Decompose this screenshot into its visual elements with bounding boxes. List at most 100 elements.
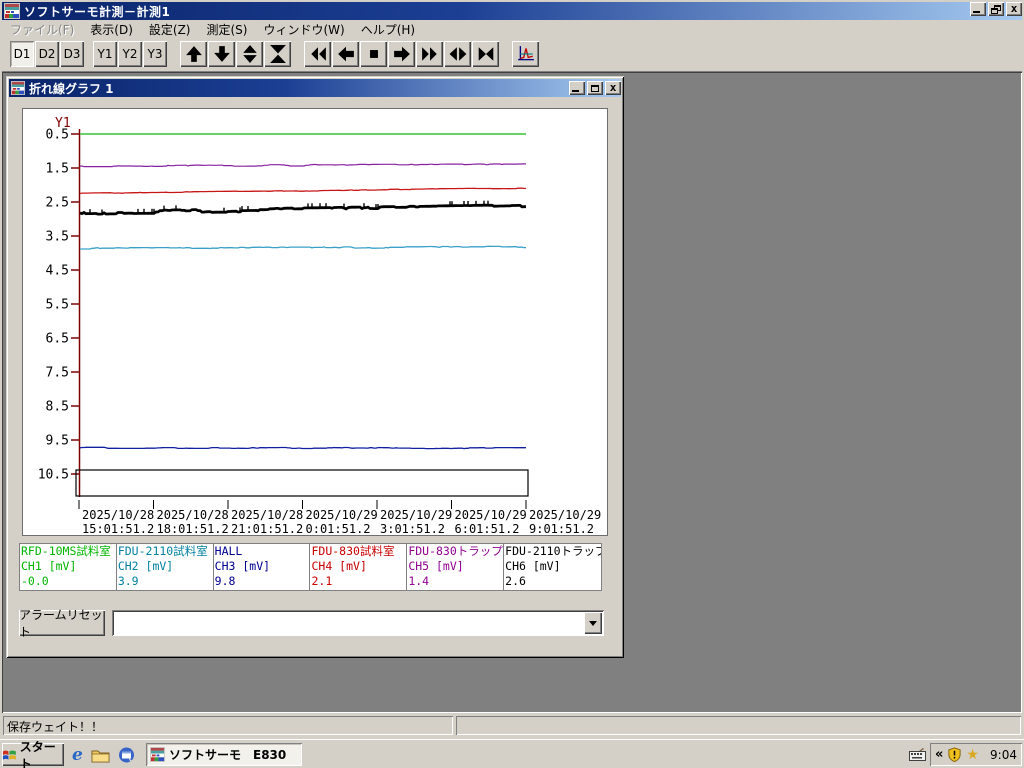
svg-text:2025/10/29: 2025/10/29 xyxy=(380,508,452,522)
quick-launch-bar: e xyxy=(72,744,135,766)
stop-button[interactable] xyxy=(360,41,387,67)
toolbar-d3-button[interactable]: D3 xyxy=(60,41,84,67)
svg-text:4.5: 4.5 xyxy=(46,264,69,279)
alarm-combobox[interactable] xyxy=(112,610,604,636)
close-button[interactable]: x xyxy=(1006,2,1022,16)
svg-text:2025/10/29: 2025/10/29 xyxy=(306,508,378,522)
fast-rewind-button[interactable] xyxy=(304,41,331,67)
combobox-dropdown-button[interactable] xyxy=(584,612,602,634)
legend-device: HALL xyxy=(214,544,243,558)
security-shield-icon[interactable] xyxy=(947,747,962,762)
legend-device: FDU-2110試料室 xyxy=(117,544,208,558)
app-icon xyxy=(4,3,20,19)
menu-help[interactable]: ヘルプ(H) xyxy=(353,19,423,40)
folder-icon[interactable] xyxy=(91,748,110,763)
task-app-icon xyxy=(150,747,165,762)
svg-text:21:01:51.2: 21:01:51.2 xyxy=(231,522,303,535)
expand-vertical-icon xyxy=(242,45,257,63)
legend-value: 2.1 xyxy=(311,574,333,588)
graph-maximize-button[interactable] xyxy=(587,81,603,95)
scroll-down-button[interactable] xyxy=(208,41,235,67)
internet-explorer-icon[interactable]: e xyxy=(72,746,83,764)
channel-legend: RFD-10MS試料室 CH1 [mV] -0.0 FDU-2110試料室 CH… xyxy=(19,543,602,591)
toolbar-d2-button[interactable]: D2 xyxy=(35,41,59,67)
legend-value: 2.6 xyxy=(505,574,526,588)
toolbar: D1 D2 D3 Y1 Y2 Y3 xyxy=(2,39,1022,72)
legend-cell-ch3: HALL CH3 [mV] 9.8 xyxy=(214,544,311,590)
stop-icon xyxy=(369,50,378,58)
alarm-reset-button[interactable]: アラームリセット xyxy=(19,608,105,639)
line-graph-icon xyxy=(517,46,534,61)
legend-channel: CH3 [mV] xyxy=(214,559,271,573)
step-left-button[interactable] xyxy=(332,41,359,67)
ime-keyboard-icon[interactable] xyxy=(909,746,926,765)
svg-text:2025/10/28: 2025/10/28 xyxy=(82,508,154,522)
toolbar-y3-button[interactable]: Y3 xyxy=(143,41,167,67)
fast-forward-icon xyxy=(421,47,437,61)
step-right-button[interactable] xyxy=(388,41,415,67)
legend-value: -0.0 xyxy=(21,574,49,588)
scroll-down-icon xyxy=(213,46,230,62)
scroll-up-button[interactable] xyxy=(180,41,207,67)
status-bar: 保存ウェイト！！ xyxy=(2,714,1022,737)
legend-channel: CH4 [mV] xyxy=(311,559,367,573)
compress-horizontal-button[interactable] xyxy=(472,41,499,67)
restore-icon xyxy=(991,4,1001,14)
status-field-secondary xyxy=(456,716,1021,735)
svg-text:5.5: 5.5 xyxy=(46,298,69,313)
compress-horizontal-icon xyxy=(478,47,493,61)
legend-channel: CH6 [mV] xyxy=(505,559,561,573)
graph-minimize-button[interactable] xyxy=(569,81,585,95)
start-button[interactable]: スタート xyxy=(2,740,64,768)
legend-value: 1.4 xyxy=(408,574,430,588)
graph-close-button[interactable]: x xyxy=(605,81,621,95)
svg-text:0.5: 0.5 xyxy=(46,128,69,143)
legend-channel: CH1 [mV] xyxy=(21,559,77,573)
legend-channel: CH5 [mV] xyxy=(408,559,464,573)
windows-logo-icon xyxy=(2,750,16,760)
svg-text:2.5: 2.5 xyxy=(46,196,69,211)
restore-button[interactable] xyxy=(988,2,1004,16)
expand-vertical-button[interactable] xyxy=(236,41,263,67)
graph-window-title-bar[interactable]: 折れ線グラフ 1 xyxy=(9,79,621,97)
window-title: ソフトサーモ計測－計測1 xyxy=(24,4,171,19)
menu-window[interactable]: ウィンドウ(W) xyxy=(255,19,352,40)
graph-window-title: 折れ線グラフ 1 xyxy=(29,81,114,96)
menu-measure[interactable]: 測定(S) xyxy=(198,19,255,40)
svg-text:3.5: 3.5 xyxy=(46,230,69,245)
system-tray: « ★ 9:04 xyxy=(930,743,1022,766)
fast-rewind-icon xyxy=(310,47,326,61)
legend-cell-ch4: FDU-830試料室 CH4 [mV] 2.1 xyxy=(310,544,408,590)
legend-cell-ch5: FDU-830トラップ CH5 [mV] 1.4 xyxy=(407,544,505,590)
svg-text:2025/10/29: 2025/10/29 xyxy=(455,508,527,522)
star-icon[interactable]: ★ xyxy=(966,748,979,762)
combobox-value xyxy=(116,615,582,631)
svg-text:9:01:51.2: 9:01:51.2 xyxy=(529,522,594,535)
menu-bar: ファイル(F) 表示(D) 設定(Z) 測定(S) ウィンドウ(W) ヘルプ(H… xyxy=(2,20,1022,39)
line-chart: Y1 0.5 1.5 2.5 3.5 4.5 5.5 6.5 7.5 8.5 9.5 10.5 2025… xyxy=(22,108,608,536)
minimize-button[interactable] xyxy=(970,2,986,16)
taskbar-task-button[interactable]: ソフトサーモ E830 xyxy=(146,743,302,766)
desktop-window-icon[interactable] xyxy=(118,747,135,763)
tray-clock[interactable]: 9:04 xyxy=(990,748,1017,762)
window-controls: x xyxy=(968,2,1022,16)
svg-text:15:01:51.2: 15:01:51.2 xyxy=(82,522,154,535)
toolbar-d1-button[interactable]: D1 xyxy=(10,41,34,67)
menu-view[interactable]: 表示(D) xyxy=(82,19,141,40)
toolbar-y2-button[interactable]: Y2 xyxy=(118,41,142,67)
svg-text:6:01:51.2: 6:01:51.2 xyxy=(455,522,520,535)
step-left-icon xyxy=(337,46,354,62)
legend-device: FDU-830トラップ xyxy=(408,544,503,558)
svg-text:1.5: 1.5 xyxy=(46,162,69,177)
fast-forward-button[interactable] xyxy=(416,41,443,67)
legend-value: 3.9 xyxy=(117,574,139,588)
expand-horizontal-button[interactable] xyxy=(444,41,471,67)
main-title-bar[interactable]: ソフトサーモ計測－計測1 xyxy=(2,2,1022,20)
compress-vertical-button[interactable] xyxy=(264,41,291,67)
close-icon: x xyxy=(1010,2,1018,15)
tray-overflow-button[interactable]: « xyxy=(935,747,943,762)
graph-button[interactable] xyxy=(512,41,539,67)
menu-settings[interactable]: 設定(Z) xyxy=(141,19,199,40)
toolbar-y1-button[interactable]: Y1 xyxy=(93,41,117,67)
legend-cell-ch6: FDU-2110トラップ CH6 [mV] 2.6 xyxy=(504,544,601,590)
